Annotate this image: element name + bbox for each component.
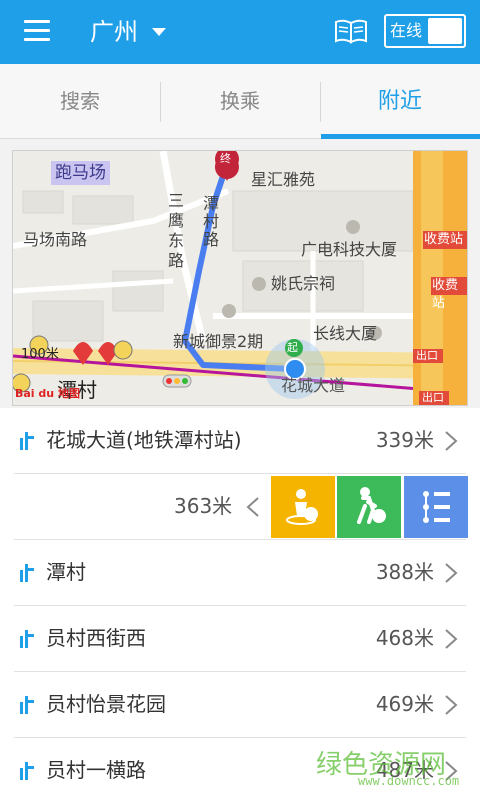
online-toggle[interactable]: 在线 (384, 14, 466, 48)
toggle-knob (428, 18, 462, 44)
walk-route-button[interactable] (337, 476, 401, 538)
stop-distance: 469米 (375, 692, 434, 716)
map-label-xincheng: 新城御景2期 (173, 332, 264, 351)
list-item[interactable]: 潭村 388米 (0, 540, 480, 606)
stop-name: 员村西街西 (46, 626, 146, 650)
map-label-exit-1: 出口 (416, 349, 438, 362)
stop-distance: 388米 (375, 560, 434, 584)
bus-stop-icon (20, 432, 34, 450)
start-point-icon (286, 489, 318, 525)
stop-name: 员村一横路 (46, 758, 146, 782)
bus-stop-icon (20, 630, 34, 648)
chevron-right-icon (445, 431, 458, 451)
stop-name: 员村怡景花园 (46, 692, 166, 716)
stop-name: 花城大道(地铁潭村站) (46, 428, 242, 452)
stop-distance: 339米 (375, 428, 434, 452)
book-icon[interactable] (334, 18, 368, 44)
chevron-right-icon (445, 563, 458, 583)
baidu-logo: Bai du 地图 (15, 387, 80, 400)
tab-nearby[interactable]: 附近 (320, 64, 480, 139)
city-selector[interactable]: 广州 (90, 16, 138, 48)
map-label-toll-1: 收费站 (424, 232, 464, 247)
chevron-right-icon (445, 695, 458, 715)
walk-icon (357, 487, 386, 524)
tab-search[interactable]: 搜索 (0, 64, 160, 139)
map-label-sanying: 三鹰东路 (168, 191, 185, 270)
route-list-button[interactable] (404, 476, 468, 538)
set-start-button[interactable] (271, 476, 335, 538)
bus-stop-icon (20, 762, 34, 780)
stop-name: 潭村 (46, 560, 86, 584)
map-label-changxian: 长线大厦 (313, 324, 378, 343)
stop-distance: 363米 (174, 494, 233, 518)
active-tab-indicator (321, 134, 480, 139)
online-label: 在线 (390, 21, 423, 40)
list-item[interactable]: 员村西街西 468米 (0, 606, 480, 672)
map-label-yaoshi: 姚氏宗祠 (271, 274, 336, 293)
map-scale: 100米 (21, 347, 59, 362)
watermark-url: www.downcc.com (358, 774, 460, 788)
chevron-left-icon[interactable] (246, 496, 260, 518)
bus-stop-icon (20, 564, 34, 582)
stop-distance: 468米 (375, 626, 434, 650)
top-bar: 广州 在线 (0, 0, 480, 64)
tab-bar: 搜索 换乘 附近 (0, 64, 480, 139)
map-label-paomachang: 跑马场 (51, 161, 110, 185)
list-item[interactable]: 花城大道(地铁潭村站) 339米 (0, 408, 480, 474)
map-label-huachengdadao: 花城大道 (281, 376, 346, 395)
map-canvas (13, 151, 467, 405)
map-view[interactable]: 跑马场 星汇雅苑 马场南路 潭村路 三鹰东路 广电科技大厦 收费站 收费站 姚氏… (12, 150, 468, 406)
list-item-expanded[interactable]: 363米 (0, 474, 480, 540)
tab-transfer[interactable]: 换乘 (160, 64, 320, 139)
list-item[interactable]: 员村怡景花园 469米 (0, 672, 480, 738)
map-label-xinghui: 星汇雅苑 (251, 170, 316, 189)
menu-icon[interactable] (24, 20, 50, 42)
bus-stop-icon (20, 696, 34, 714)
chevron-right-icon (445, 629, 458, 649)
chevron-down-icon[interactable] (152, 28, 166, 36)
route-list-icon (423, 491, 450, 523)
map-label-machangnanlu: 马场南路 (23, 230, 88, 249)
map-label-exit-2: 出口 (422, 391, 444, 404)
end-marker-label: 终 (220, 152, 231, 165)
map-label-toll-2: 收费站 (432, 278, 459, 311)
map-label-guangdian: 广电科技大厦 (301, 240, 398, 259)
start-marker-label: 起 (287, 341, 298, 354)
map-label-tancunlu: 潭村路 (203, 194, 220, 249)
